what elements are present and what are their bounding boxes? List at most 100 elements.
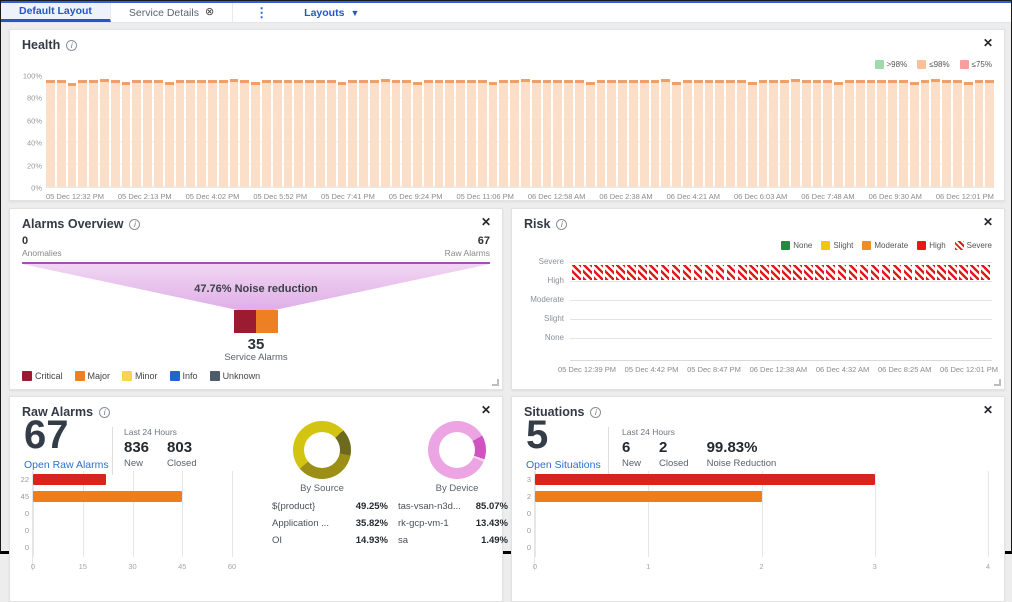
health-bar [942,80,951,187]
donut-list-row[interactable]: sa1.49% [398,535,508,546]
health-bar [834,82,843,187]
health-bar-cap [478,80,487,83]
donut-list-row[interactable]: rk-gcp-vm-113.43% [398,518,508,529]
health-bar-cap [921,80,930,83]
layouts-dropdown[interactable]: Layouts ▼ [290,3,373,22]
close-icon[interactable]: ✕ [481,404,491,416]
legend-item[interactable]: >98% [875,60,908,69]
situations-stats: 6New2Closed99.83%Noise Reduction [622,439,776,469]
legend-item[interactable]: Severe [955,241,992,250]
health-bar [208,80,217,187]
legend-item[interactable]: Critical [22,371,63,381]
risk-block [782,265,791,280]
close-icon[interactable]: ✕ [983,404,993,416]
bar-value-label: 22 [16,471,32,488]
health-bar [543,80,552,187]
health-bar [186,80,195,187]
health-bar-cap [683,80,692,83]
health-title-row: Health i [22,38,77,52]
health-bar-cap [327,80,336,83]
x-tick-label: 45 [178,562,186,571]
risk-gridline [570,262,992,263]
legend-swatch [75,371,85,381]
legend-swatch [955,241,964,250]
donut-list-row[interactable]: ${product}49.25% [272,501,388,512]
bar-value-label: 45 [16,488,32,505]
donut-row-name: Application ... [272,518,329,529]
health-bar [456,80,465,187]
stat: 803Closed [167,439,197,469]
legend-item[interactable]: Unknown [210,371,261,381]
donut-list-row[interactable]: OI14.93% [272,535,388,546]
info-icon[interactable]: i [99,407,110,418]
risk-block [915,265,924,280]
resize-handle[interactable] [492,379,499,386]
health-bar-cap [370,80,379,83]
legend-item[interactable]: Info [170,371,198,381]
x-tick-label: 2 [759,562,763,571]
health-bar-cap [564,80,573,83]
legend-item[interactable]: None [781,241,812,250]
raw-alarms-value: 67 [445,235,490,247]
stat-value: 6 [622,439,641,456]
close-icon[interactable]: ✕ [983,216,993,228]
bar [535,491,762,502]
divider [112,427,113,475]
open-raw-alarms-link[interactable]: Open Raw Alarms [24,459,109,471]
bar-value-label: 0 [16,505,32,522]
legend-item[interactable]: Minor [122,371,158,381]
health-bar [521,79,530,187]
info-icon[interactable]: i [129,219,140,230]
tab-close-icon[interactable]: ⊗ [205,7,214,18]
legend-item[interactable]: High [917,241,945,250]
legend-item[interactable]: Slight [821,241,853,250]
risk-block [727,265,736,280]
info-icon[interactable]: i [556,219,567,230]
health-bar [607,80,616,187]
info-icon[interactable]: i [66,40,77,51]
resize-handle[interactable] [994,379,1001,386]
health-bar [651,80,660,187]
close-icon[interactable]: ✕ [983,37,993,49]
legend-item[interactable]: Moderate [862,241,908,250]
close-icon[interactable]: ✕ [481,216,491,228]
x-tick-label: 60 [228,562,236,571]
tab-label: Default Layout [19,5,92,17]
legend-label: Minor [135,371,158,381]
open-situations-link[interactable]: Open Situations [526,459,601,471]
health-bar-cap [942,80,951,83]
info-icon[interactable]: i [590,407,601,418]
open-raw-alarms-count: 67 [24,413,69,457]
health-bar [597,80,606,187]
health-bar-cap [694,80,703,83]
health-bar [392,80,401,187]
risk-block [882,265,891,280]
x-tick-label: 05 Dec 12:32 PM [46,192,104,201]
tab-service-details[interactable]: Service Details ⊗ [111,3,233,22]
health-bar [672,82,681,187]
legend-item[interactable]: ≤75% [960,60,992,69]
health-bar-cap [402,80,411,83]
x-tick-label: 4 [986,562,990,571]
kebab-menu-icon[interactable]: ⋮ [233,3,290,22]
donut-row-name: sa [398,535,408,546]
tab-label: Service Details [129,7,199,19]
raw-alarms-stat: 67 Raw Alarms [445,235,490,258]
legend-label: High [929,241,945,250]
health-chart [46,76,994,188]
health-bar-cap [100,79,109,82]
health-bar-cap [899,80,908,83]
x-tick-label: 06 Dec 4:21 AM [667,192,720,201]
risk-block [760,265,769,280]
legend-item[interactable]: ≤98% [917,60,949,69]
health-bar [89,80,98,187]
risk-category-label: High [548,276,564,285]
health-bars [46,76,994,187]
donut-list-row[interactable]: tas-vsan-n3d...85.07% [398,501,508,512]
health-bar-cap [651,80,660,83]
legend-item[interactable]: Major [75,371,111,381]
x-tick-label: 06 Dec 12:38 AM [750,365,808,374]
donut-list-row[interactable]: Application ...35.82% [272,518,388,529]
tab-default-layout[interactable]: Default Layout [1,3,111,22]
health-bar [975,80,984,187]
